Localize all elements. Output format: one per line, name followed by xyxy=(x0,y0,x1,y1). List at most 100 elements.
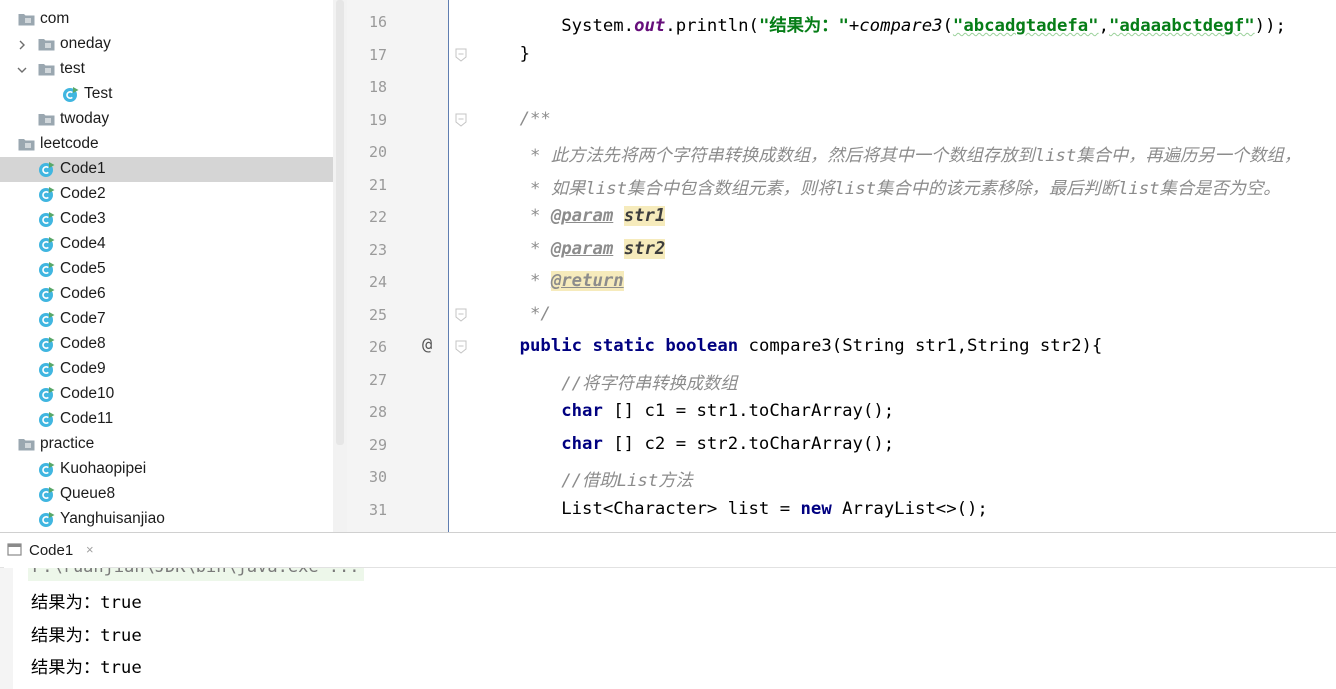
java-class-icon xyxy=(38,461,55,478)
chevron-right-icon[interactable] xyxy=(17,40,27,50)
fold-icon[interactable] xyxy=(454,48,468,62)
code-token: str2 xyxy=(623,238,666,259)
code-text: * 如果list集合中包含数组元素，则将list集合中的该元素移除，最后判断li… xyxy=(478,174,1281,199)
code-line[interactable]: 18 xyxy=(347,71,1336,104)
override-marker-icon[interactable]: @ xyxy=(422,335,432,355)
java-class-icon xyxy=(38,286,55,303)
code-editor[interactable]: 16 System.out.println("结果为："+compare3("a… xyxy=(347,0,1336,532)
tree-item-label: Code4 xyxy=(60,235,106,252)
code-line[interactable]: 31 List<Character> list = new ArrayList<… xyxy=(347,494,1336,527)
code-token: * 此方法先将两个字符串转换成数组，然后将其中一个数组存放到list集合中，再遍… xyxy=(478,146,1301,166)
code-text: } xyxy=(478,44,530,64)
code-token: ArrayList<>(); xyxy=(831,498,988,519)
code-line[interactable]: 25 */ xyxy=(347,299,1336,332)
code-token: } xyxy=(478,43,531,64)
tree-item-code9[interactable]: Code9 xyxy=(0,357,347,382)
fold-icon[interactable] xyxy=(454,340,468,354)
tree-item-code1[interactable]: Code1 xyxy=(0,157,347,182)
code-line[interactable]: 21 * 如果list集合中包含数组元素，则将list集合中的该元素移除，最后判… xyxy=(347,169,1336,202)
code-line[interactable]: 27 //将字符串转换成数组 xyxy=(347,364,1336,397)
tree-scrollbar-thumb[interactable] xyxy=(336,0,344,445)
code-text: char [] c2 = str2.toCharArray(); xyxy=(478,434,894,454)
package-folder-icon xyxy=(18,438,35,451)
console-output-line: 结果为：true xyxy=(31,626,142,646)
run-tab-label: Code1 xyxy=(29,542,74,559)
tree-item-code7[interactable]: Code7 xyxy=(0,307,347,332)
code-line[interactable]: 19 /** xyxy=(347,104,1336,137)
tree-item-label: Yanghuisanjiao xyxy=(60,510,165,527)
tree-item-label: test xyxy=(60,60,85,77)
code-line[interactable]: 20 * 此方法先将两个字符串转换成数组，然后将其中一个数组存放到list集合中… xyxy=(347,136,1336,169)
tree-item-yanghuisanjiao[interactable]: Yanghuisanjiao xyxy=(0,507,347,532)
tree-item-code8[interactable]: Code8 xyxy=(0,332,347,357)
tree-item-label: Code5 xyxy=(60,260,106,277)
code-token: List<Character> list = xyxy=(478,498,801,519)
code-line[interactable]: 23 * @param str2 xyxy=(347,234,1336,267)
code-token: @param xyxy=(550,238,614,259)
tree-item-kuohaopipei[interactable]: Kuohaopipei xyxy=(0,457,347,482)
chevron-down-icon[interactable] xyxy=(17,65,27,75)
code-token: //将字符串转换成数组 xyxy=(478,373,738,394)
tree-item-label: Code6 xyxy=(60,285,106,302)
code-token: compare3(String str1,String str2){ xyxy=(738,336,1103,356)
tree-item-label: Code2 xyxy=(60,185,106,202)
code-token: @return xyxy=(550,271,624,291)
tree-item-code5[interactable]: Code5 xyxy=(0,257,347,282)
line-number: 27 xyxy=(368,370,387,389)
code-token: * 如果list集合中包含数组元素，则将list集合中的该元素移除，最后判断li… xyxy=(478,178,1281,199)
tree-item-label: Code9 xyxy=(60,360,106,377)
run-console[interactable]: F:\ruanjian\JDK\bin\java.exe ... 结果为：tru… xyxy=(0,568,1336,689)
tree-item-code3[interactable]: Code3 xyxy=(0,207,347,232)
tree-item-practice[interactable]: practice xyxy=(0,432,347,457)
code-line[interactable]: 24 * @return xyxy=(347,266,1336,299)
run-tool-window-header: Code1 × xyxy=(0,532,1336,568)
code-text: public static boolean compare3(String st… xyxy=(478,336,1103,356)
code-text: * @return xyxy=(478,271,624,291)
java-class-icon xyxy=(38,411,55,428)
java-class-icon xyxy=(38,336,55,353)
tree-item-com[interactable]: com xyxy=(0,7,347,32)
line-number: 21 xyxy=(368,175,387,194)
run-tab[interactable]: Code1 × xyxy=(4,533,102,568)
code-line[interactable]: 22 * @param str1 xyxy=(347,201,1336,234)
code-line[interactable]: 28 char [] c1 = str1.toCharArray(); xyxy=(347,396,1336,429)
code-token: char xyxy=(561,401,603,421)
tree-item-code4[interactable]: Code4 xyxy=(0,232,347,257)
tree-item-oneday[interactable]: oneday xyxy=(0,32,347,57)
tree-item-queue8[interactable]: Queue8 xyxy=(0,482,347,507)
tree-item-label: Code8 xyxy=(60,335,106,352)
code-token: * xyxy=(478,206,551,226)
tree-item-twoday[interactable]: twoday xyxy=(0,107,347,132)
tree-item-code11[interactable]: Code11 xyxy=(0,407,347,432)
code-token: + xyxy=(848,16,860,36)
code-text: * @param str2 xyxy=(478,238,666,259)
code-line[interactable]: 30 //借助List方法 xyxy=(347,461,1336,494)
code-token: , xyxy=(1098,16,1109,36)
code-line[interactable]: 16 System.out.println("结果为："+compare3("a… xyxy=(347,6,1336,39)
tree-item-test[interactable]: test xyxy=(0,57,347,82)
code-token: )); xyxy=(1254,16,1286,36)
tree-item-code2[interactable]: Code2 xyxy=(0,182,347,207)
line-number: 17 xyxy=(368,45,387,64)
package-folder-icon xyxy=(18,13,35,26)
tree-item-label: Code1 xyxy=(60,160,106,177)
fold-icon[interactable] xyxy=(454,308,468,322)
code-token: [] c1 = str1.toCharArray(); xyxy=(602,401,895,421)
code-line[interactable]: 29 char [] c2 = str2.toCharArray(); xyxy=(347,429,1336,462)
tree-item-code6[interactable]: Code6 xyxy=(0,282,347,307)
fold-icon[interactable] xyxy=(454,113,468,127)
code-token: char xyxy=(561,433,603,454)
tree-item-code10[interactable]: Code10 xyxy=(0,382,347,407)
tree-item-label: com xyxy=(40,10,70,27)
tree-item-test[interactable]: Test xyxy=(0,82,347,107)
line-number: 16 xyxy=(368,13,387,31)
tree-item-leetcode[interactable]: leetcode xyxy=(0,132,347,157)
code-line[interactable]: 26 @ public static boolean compare3(Strin… xyxy=(347,331,1336,364)
code-line[interactable]: 17 } xyxy=(347,39,1336,72)
close-icon[interactable]: × xyxy=(86,542,94,557)
